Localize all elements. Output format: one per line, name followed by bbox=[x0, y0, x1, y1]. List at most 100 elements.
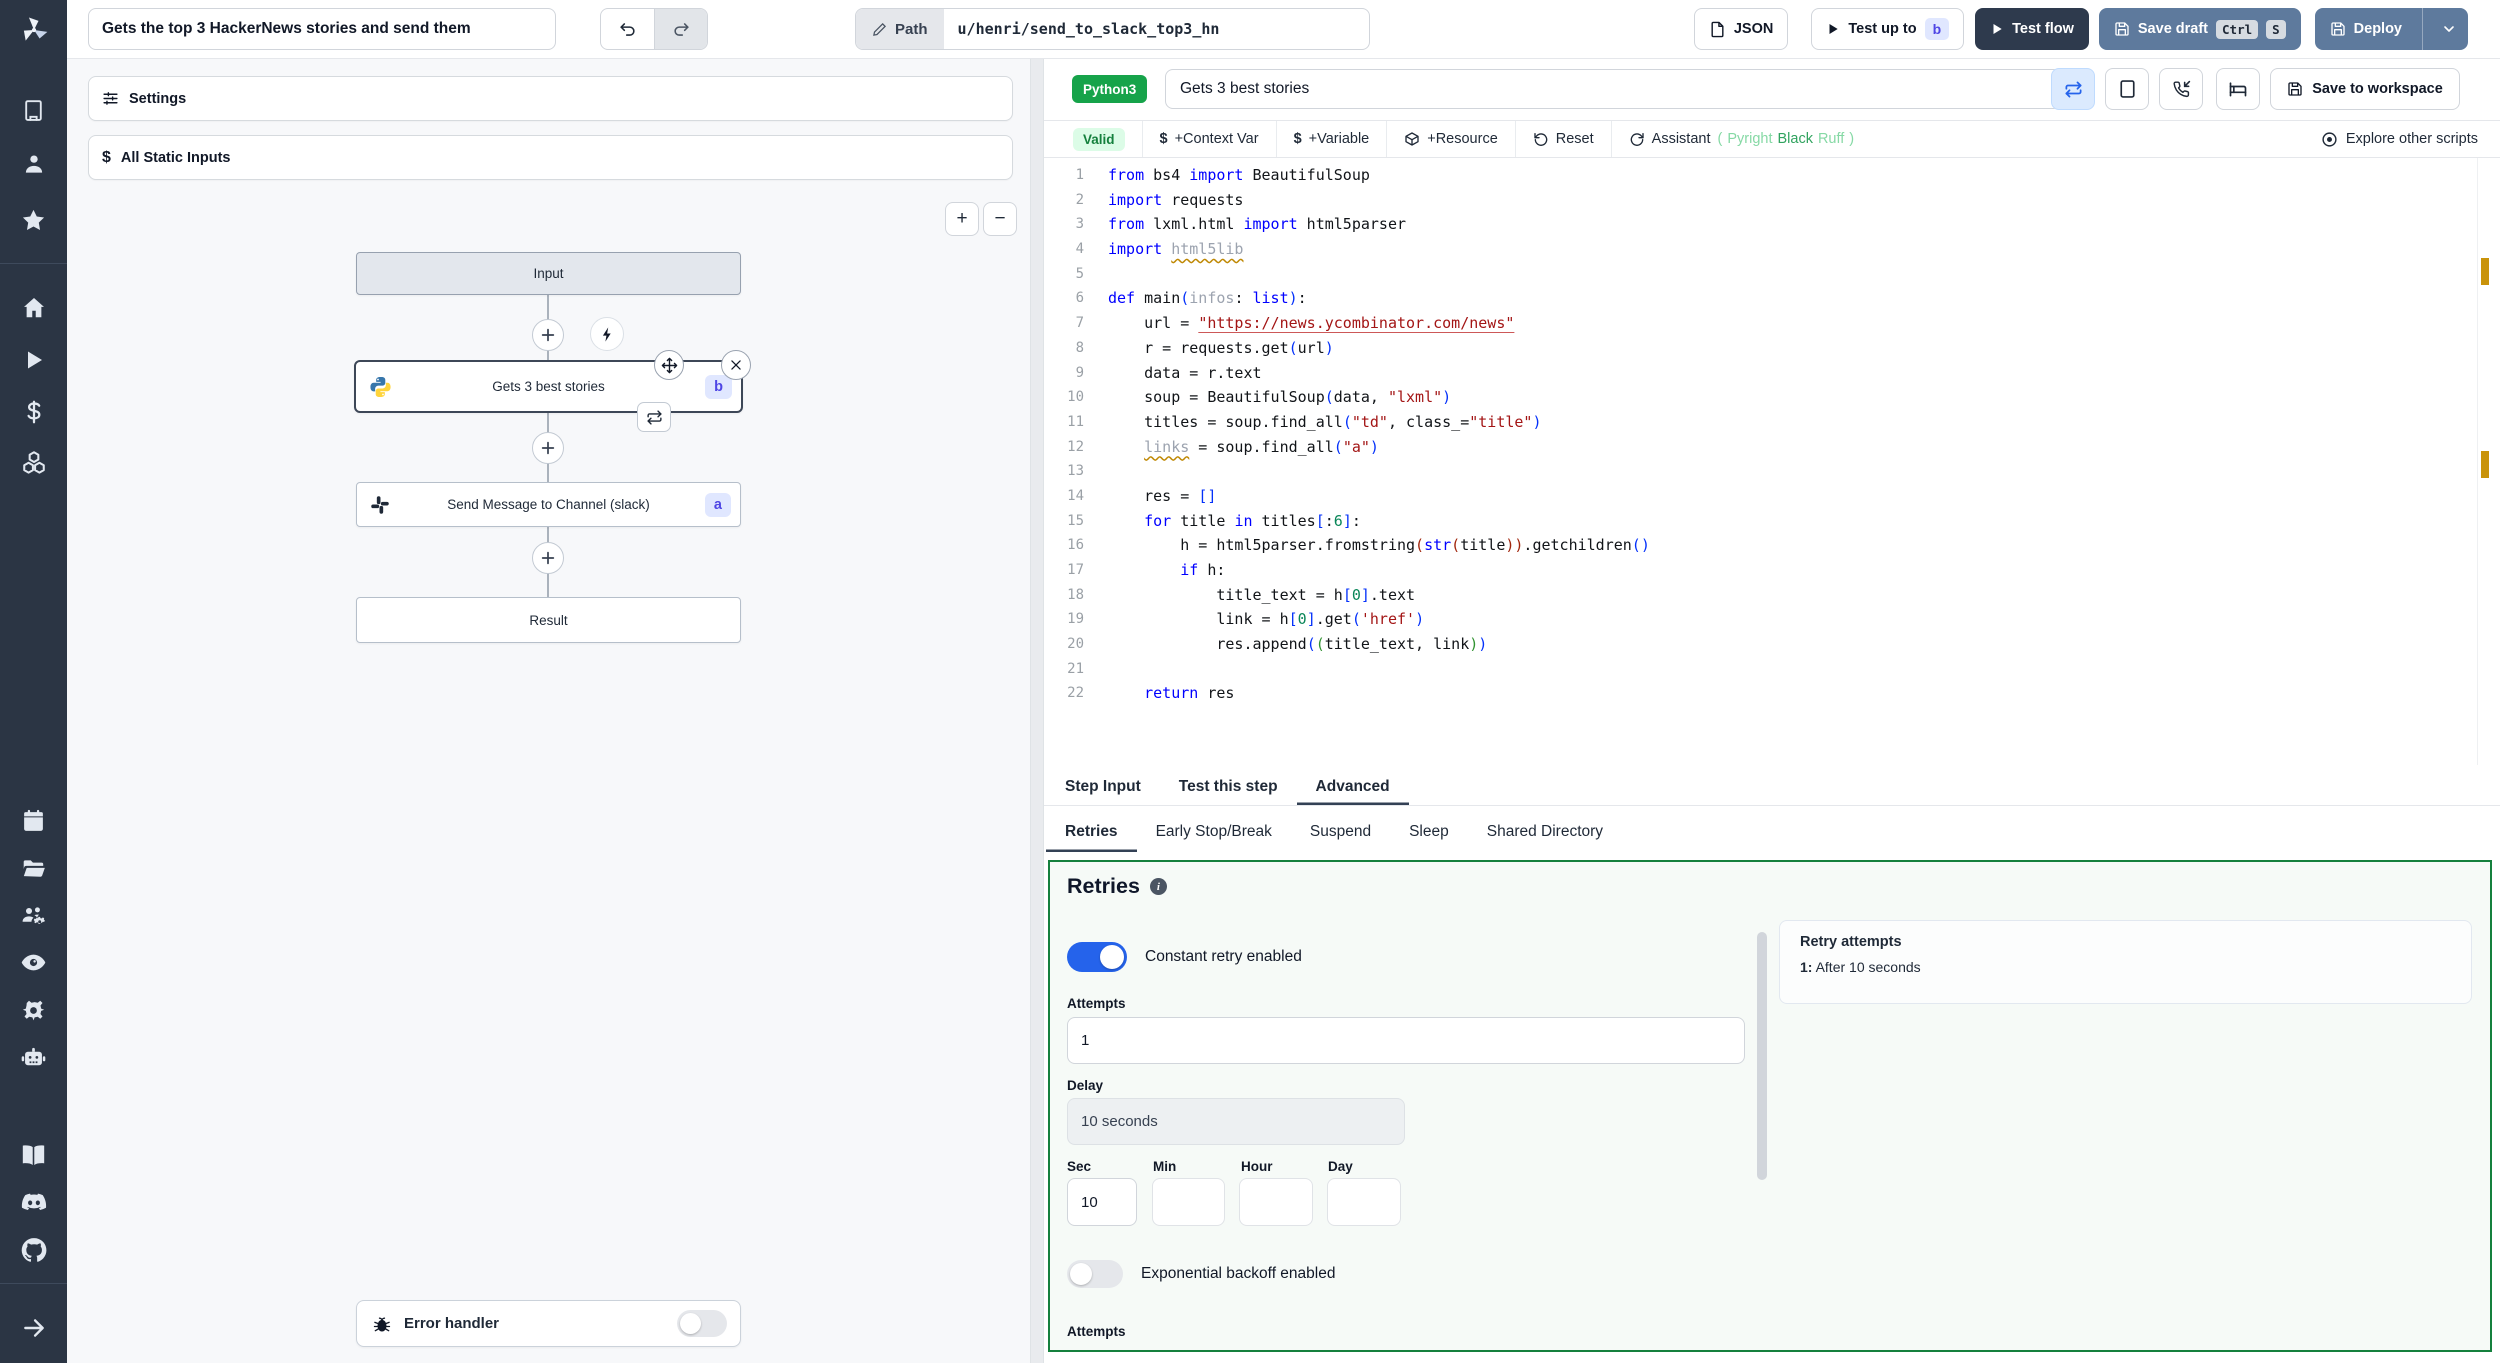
flow-title-input[interactable] bbox=[88, 8, 556, 50]
day-input[interactable] bbox=[1327, 1178, 1401, 1226]
sidebar-schedules-button[interactable] bbox=[0, 800, 67, 840]
step-retry-indicator[interactable] bbox=[637, 402, 671, 432]
tab-advanced[interactable]: Advanced bbox=[1297, 778, 1409, 805]
code-line[interactable]: 5 bbox=[1044, 262, 2500, 287]
add-trigger-button[interactable] bbox=[590, 317, 624, 351]
path-field[interactable]: Path u/henri/send_to_slack_top3_hn bbox=[855, 8, 1370, 50]
redo-button[interactable] bbox=[654, 9, 707, 49]
sidebar-audit-button[interactable] bbox=[0, 942, 67, 982]
move-step-handle[interactable] bbox=[654, 350, 684, 380]
subtab-early-stop[interactable]: Early Stop/Break bbox=[1137, 823, 1291, 852]
subtab-shared-directory[interactable]: Shared Directory bbox=[1468, 823, 1622, 852]
sidebar-runs-button[interactable] bbox=[0, 340, 67, 380]
code-line[interactable]: 21 bbox=[1044, 657, 2500, 682]
code-line[interactable]: 16 h = html5parser.fromstring(str(title)… bbox=[1044, 533, 2500, 558]
editor-overview-ruler[interactable] bbox=[2477, 158, 2500, 765]
test-up-to-button[interactable]: Test up to b bbox=[1811, 8, 1965, 50]
reset-button[interactable]: Reset bbox=[1516, 121, 1612, 157]
flow-node-result[interactable]: Result bbox=[356, 597, 741, 643]
code-line[interactable]: 9 data = r.text bbox=[1044, 361, 2500, 386]
code-line[interactable]: 12 links = soup.find_all("a") bbox=[1044, 435, 2500, 460]
flow-node-input[interactable]: Input bbox=[356, 252, 741, 295]
webhook-button[interactable] bbox=[2159, 68, 2203, 110]
code-line[interactable]: 10 soup = BeautifulSoup(data, "lxml") bbox=[1044, 385, 2500, 410]
code-line[interactable]: 22 return res bbox=[1044, 681, 2500, 706]
exponential-backoff-toggle[interactable] bbox=[1067, 1260, 1123, 1288]
min-input[interactable] bbox=[1152, 1178, 1225, 1226]
flow-node-step-a[interactable]: Send Message to Channel (slack) a bbox=[356, 482, 741, 527]
code-line[interactable]: 11 titles = soup.find_all("td", class_="… bbox=[1044, 410, 2500, 435]
code-editor[interactable]: 1 from bs4 import BeautifulSoup 2 import re… bbox=[1044, 158, 2500, 765]
sidebar-resources-button[interactable] bbox=[0, 442, 67, 482]
add-step-button[interactable] bbox=[532, 542, 564, 574]
constant-retry-toggle[interactable] bbox=[1067, 942, 1127, 972]
subtab-retries[interactable]: Retries bbox=[1046, 823, 1137, 852]
code-line[interactable]: 17 if h: bbox=[1044, 558, 2500, 583]
step-name-input[interactable] bbox=[1165, 69, 2061, 109]
panel-splitter[interactable] bbox=[1030, 59, 1044, 1363]
json-button[interactable]: JSON bbox=[1693, 8, 1789, 50]
sidebar-favorites-button[interactable] bbox=[0, 200, 67, 240]
warning-marker bbox=[2481, 258, 2489, 285]
fullscreen-button[interactable] bbox=[2105, 68, 2149, 110]
sidebar-discord-button[interactable] bbox=[0, 1183, 67, 1223]
flow-static-inputs-button[interactable]: $ All Static Inputs bbox=[88, 135, 1013, 180]
sec-input[interactable] bbox=[1067, 1178, 1137, 1226]
code-line[interactable]: 6 def main(infos: list): bbox=[1044, 286, 2500, 311]
add-step-button[interactable] bbox=[532, 432, 564, 464]
sidebar-user-button[interactable] bbox=[0, 144, 67, 184]
add-step-button[interactable] bbox=[532, 319, 564, 351]
diff-toggle-button[interactable] bbox=[2051, 68, 2095, 110]
error-handler-node[interactable]: Error handler bbox=[356, 1300, 741, 1347]
sidebar-home-button[interactable] bbox=[0, 288, 67, 328]
sidebar-workers-button[interactable] bbox=[0, 1038, 67, 1078]
zoom-out-button[interactable]: − bbox=[983, 202, 1017, 236]
hour-input[interactable] bbox=[1239, 1178, 1313, 1226]
save-draft-button[interactable]: Save draft Ctrl S bbox=[2098, 8, 2301, 50]
sleep-button[interactable] bbox=[2216, 68, 2260, 110]
windmill-logo[interactable] bbox=[0, 0, 67, 59]
sidebar-docs-button[interactable] bbox=[0, 1135, 67, 1175]
subtab-sleep[interactable]: Sleep bbox=[1390, 823, 1468, 852]
error-handler-toggle[interactable] bbox=[677, 1310, 727, 1337]
assistant-button[interactable]: Assistant (Pyright Black Ruff) bbox=[1612, 121, 1871, 157]
subtab-suspend[interactable]: Suspend bbox=[1291, 823, 1390, 852]
code-line[interactable]: 15 for title in titles[:6]: bbox=[1044, 509, 2500, 534]
add-context-var-button[interactable]: $ +Context Var bbox=[1143, 121, 1277, 157]
test-flow-button[interactable]: Test flow bbox=[1975, 8, 2089, 50]
sidebar-github-button[interactable] bbox=[0, 1230, 67, 1270]
code-line[interactable]: 18 title_text = h[0].text bbox=[1044, 583, 2500, 608]
sidebar-variables-button[interactable] bbox=[0, 392, 67, 432]
undo-button[interactable] bbox=[601, 9, 654, 49]
info-icon[interactable]: i bbox=[1149, 878, 1167, 895]
deploy-button[interactable]: Deploy bbox=[2314, 8, 2468, 50]
code-line[interactable]: 1 from bs4 import BeautifulSoup bbox=[1044, 163, 2500, 188]
code-line[interactable]: 4 import html5lib bbox=[1044, 237, 2500, 262]
sidebar-groups-button[interactable] bbox=[0, 895, 67, 935]
code-line[interactable]: 14 res = [] bbox=[1044, 484, 2500, 509]
zoom-in-button[interactable]: + bbox=[945, 202, 979, 236]
add-resource-button[interactable]: +Resource bbox=[1387, 121, 1516, 157]
code-line[interactable]: 2 import requests bbox=[1044, 188, 2500, 213]
delete-step-button[interactable] bbox=[721, 350, 751, 380]
retries-scrollbar[interactable] bbox=[1757, 932, 1767, 1180]
flow-node-step-b[interactable]: Gets 3 best stories b bbox=[354, 360, 743, 413]
tab-step-input[interactable]: Step Input bbox=[1046, 778, 1160, 805]
code-line[interactable]: 8 r = requests.get(url) bbox=[1044, 336, 2500, 361]
code-line[interactable]: 3 from lxml.html import html5parser bbox=[1044, 212, 2500, 237]
sidebar-collapse-button[interactable] bbox=[0, 1308, 67, 1348]
sidebar-folders-button[interactable] bbox=[0, 848, 67, 888]
save-to-workspace-button[interactable]: Save to workspace bbox=[2270, 68, 2460, 110]
attempts-input[interactable] bbox=[1067, 1017, 1745, 1064]
add-variable-button[interactable]: $ +Variable bbox=[1277, 121, 1388, 157]
code-line[interactable]: 13 bbox=[1044, 459, 2500, 484]
sidebar-workspace-button[interactable] bbox=[0, 90, 67, 130]
tab-test-this-step[interactable]: Test this step bbox=[1160, 778, 1297, 805]
code-line[interactable]: 7 url = "https://news.ycombinator.com/ne… bbox=[1044, 311, 2500, 336]
sidebar-settings-button[interactable] bbox=[0, 990, 67, 1030]
chevron-down-icon[interactable] bbox=[2441, 21, 2457, 37]
flow-settings-button[interactable]: Settings bbox=[88, 76, 1013, 121]
explore-other-scripts-button[interactable]: Explore other scripts bbox=[2321, 131, 2500, 148]
code-line[interactable]: 20 res.append((title_text, link)) bbox=[1044, 632, 2500, 657]
code-line[interactable]: 19 link = h[0].get('href') bbox=[1044, 607, 2500, 632]
